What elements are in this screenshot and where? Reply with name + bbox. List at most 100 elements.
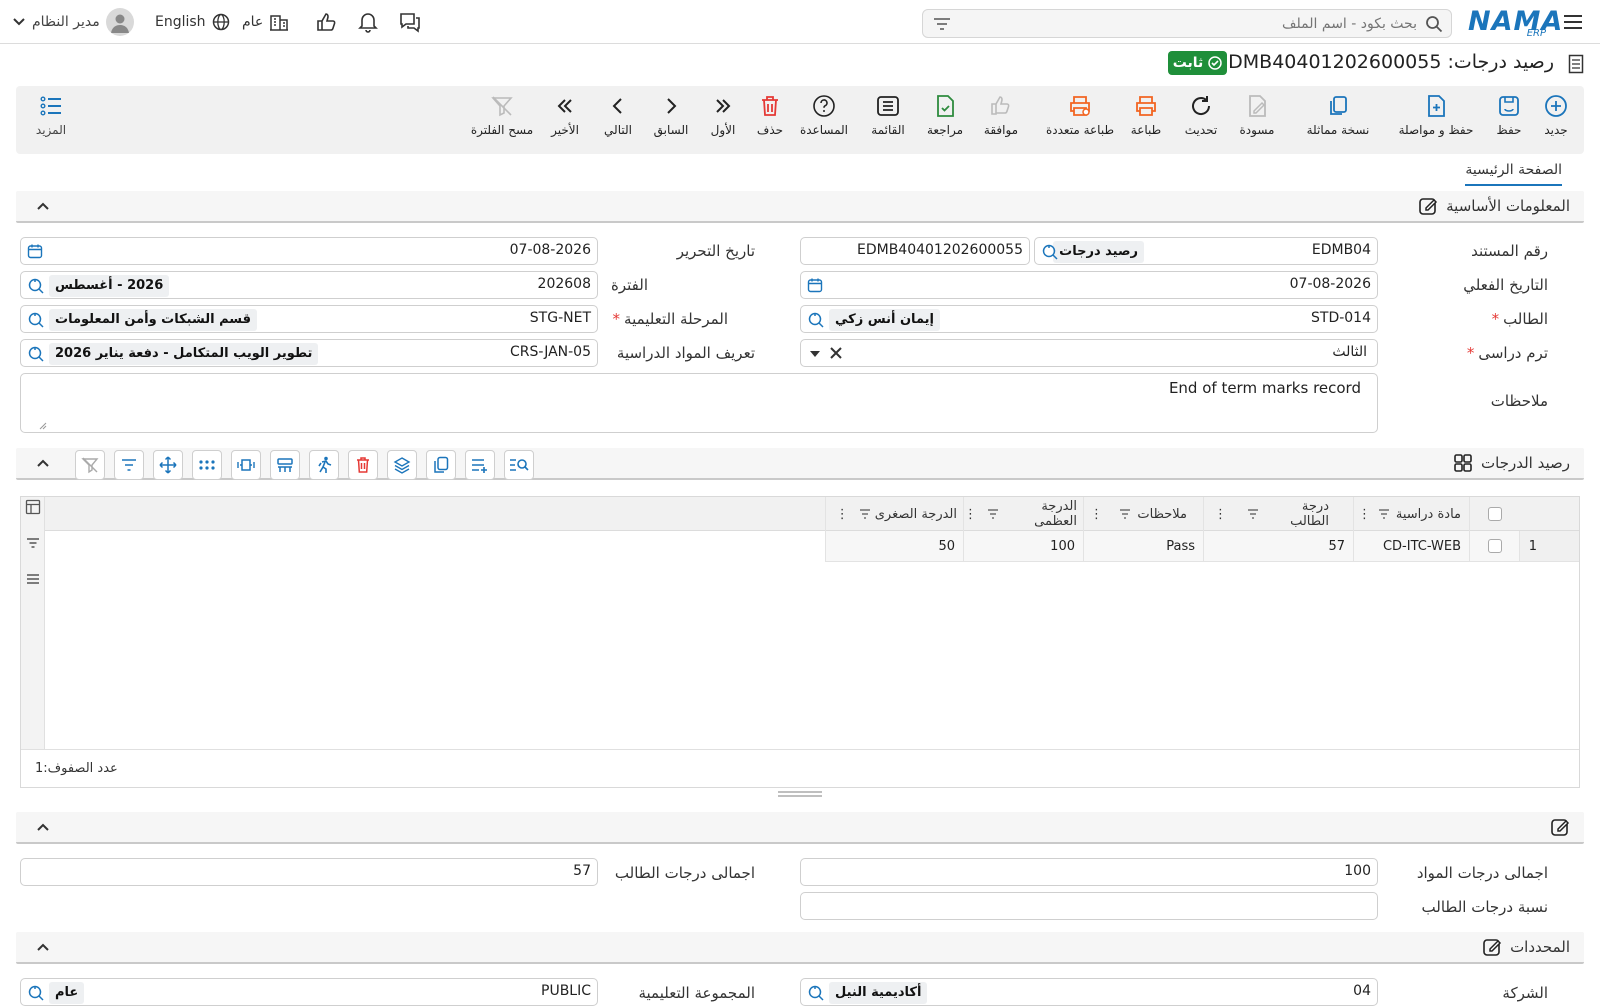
courses-field[interactable]: CRS-JAN-05 تطوير الويب المتكامل - دفعة ي… xyxy=(20,339,598,367)
fit-width-icon xyxy=(237,459,255,471)
cell-min-grade[interactable]: 50 xyxy=(825,531,963,562)
multi-print-button[interactable]: طباعة متعددة xyxy=(1032,94,1128,137)
chevron-up-icon[interactable] xyxy=(36,456,50,470)
totals-header[interactable] xyxy=(16,812,1584,844)
resize-handle[interactable] xyxy=(776,790,824,798)
student-total-field[interactable]: 57 xyxy=(20,858,598,886)
doc-number-field[interactable]: EDMB40401202600055 xyxy=(800,237,1030,265)
grid-add-row-button[interactable] xyxy=(465,450,495,480)
menu-icon[interactable] xyxy=(1562,11,1584,33)
column-header-max-grade[interactable]: الدرجة العظمى ⋮ xyxy=(963,497,1083,531)
search-plus-icon xyxy=(807,984,825,1002)
filter-icon xyxy=(859,509,871,519)
grid-copy-button[interactable] xyxy=(426,450,456,480)
page-title: رصيد درجات: EDMB40401202600055 xyxy=(1216,51,1554,73)
group-field[interactable]: PUBLIC عام xyxy=(20,978,598,1006)
grid-move-button[interactable] xyxy=(153,450,183,480)
period-field[interactable]: 202608 2026 - أغسطس xyxy=(20,271,598,299)
company-label: الشركة xyxy=(1502,984,1548,1002)
basic-info-header[interactable]: المعلومات الأساسية xyxy=(16,191,1584,223)
column-menu-icon: ⋮ xyxy=(1090,506,1103,522)
save-continue-button[interactable]: حفظ و مواصلة xyxy=(1386,94,1486,137)
grid-icon xyxy=(1453,453,1473,473)
section-title: رصيد الدرجات xyxy=(1481,454,1570,472)
term-select[interactable]: الثالث xyxy=(800,339,1378,367)
list-button[interactable]: القائمة xyxy=(853,94,923,137)
column-header-notes[interactable]: ملاحظات ⋮ xyxy=(1083,497,1203,531)
globe-icon xyxy=(212,13,230,31)
actual-date-field[interactable]: 07-08-2026 xyxy=(800,271,1378,299)
nama-logo[interactable]: NAMA ERP xyxy=(1468,6,1562,40)
avatar xyxy=(105,8,134,36)
building-icon xyxy=(269,12,289,32)
subjects-total-field[interactable]: 100 xyxy=(800,858,1378,886)
double-chevron-left-icon xyxy=(557,99,572,113)
grid-table-button[interactable] xyxy=(270,450,300,480)
chat-icon[interactable] xyxy=(398,11,422,33)
edit-date-field[interactable]: 07-08-2026 xyxy=(20,237,598,265)
user-menu[interactable]: مدير النظام xyxy=(12,0,134,44)
filter-icon[interactable] xyxy=(26,537,40,549)
edit-square-icon xyxy=(1418,196,1438,216)
list-add-icon xyxy=(472,459,487,473)
row-checkbox[interactable] xyxy=(1487,539,1502,553)
cell-subject[interactable]: CD-ITC-WEB xyxy=(1353,531,1469,562)
grid-search-button[interactable] xyxy=(504,450,534,480)
column-header-subject[interactable]: مادة دراسية ⋮ xyxy=(1353,497,1469,531)
student-field[interactable]: STD-014 إيمان أنس زكي xyxy=(800,305,1378,333)
chevron-left-icon xyxy=(612,98,622,114)
grid-run-button[interactable] xyxy=(309,450,339,480)
notes-textarea[interactable]: End of term marks record xyxy=(20,373,1378,433)
grid-clear-filter-button[interactable] xyxy=(75,450,105,480)
search-icon[interactable] xyxy=(1425,15,1443,33)
determinants-header[interactable]: المحددات xyxy=(16,932,1584,964)
edit-date-label: تاريخ التحرير xyxy=(676,242,755,260)
grid-filter-button[interactable] xyxy=(114,450,144,480)
refresh-icon xyxy=(1192,96,1211,115)
menu-lines-icon[interactable] xyxy=(26,573,40,585)
close-icon[interactable] xyxy=(829,346,843,360)
group-label: المجموعة التعليمية xyxy=(638,984,755,1002)
cell-max-grade[interactable]: 100 xyxy=(963,531,1083,562)
filter-icon[interactable] xyxy=(933,16,951,32)
toolbar: جديد حفظ حفظ و مواصلة نسخة مماثلة مسودة … xyxy=(16,86,1584,154)
columns-icon[interactable] xyxy=(25,499,41,515)
language-switch[interactable]: English xyxy=(155,0,230,44)
grid-dots-button[interactable] xyxy=(192,450,222,480)
grid-layers-button[interactable] xyxy=(387,450,417,480)
cell-notes[interactable]: Pass xyxy=(1083,531,1203,562)
grid-delete-button[interactable] xyxy=(348,450,378,480)
column-menu-icon: ⋮ xyxy=(835,506,849,522)
column-menu-icon: ⋮ xyxy=(1214,506,1227,522)
caret-down-icon[interactable] xyxy=(809,349,821,359)
branch-selector[interactable]: عام xyxy=(242,0,289,44)
search-input[interactable] xyxy=(977,10,1417,37)
column-header-min-grade[interactable]: الدرجة الصغرى ⋮ xyxy=(825,497,963,531)
column-header-student-grade[interactable]: درجة الطالب ⋮ xyxy=(1203,497,1353,531)
search-plus-icon xyxy=(1041,243,1059,261)
chevron-up-icon[interactable] xyxy=(36,940,50,954)
cell-student-grade[interactable]: 57 xyxy=(1203,531,1353,562)
chevron-down-icon xyxy=(12,15,26,29)
stage-field[interactable]: STG-NET قسم الشبكات وأمن المعلومات xyxy=(20,305,598,333)
clear-filter-button[interactable]: مسح الفلترة xyxy=(462,94,542,137)
grid-fit-button[interactable] xyxy=(231,450,261,480)
search-box[interactable] xyxy=(922,9,1452,38)
printer-icon xyxy=(1136,96,1156,116)
resize-handle-icon xyxy=(39,422,47,430)
tab-main[interactable]: الصفحة الرئيسية xyxy=(1465,162,1562,186)
thumbs-up-icon[interactable] xyxy=(315,11,337,33)
chevron-up-icon[interactable] xyxy=(36,199,50,213)
copy-icon xyxy=(1330,96,1347,115)
duplicate-button[interactable]: نسخة مماثلة xyxy=(1296,94,1380,137)
student-ratio-field[interactable] xyxy=(800,892,1378,920)
period-label: الفترة xyxy=(611,276,648,294)
doc-type-field[interactable]: EDMB04 رصيد درجات xyxy=(1034,237,1378,265)
bell-icon[interactable] xyxy=(357,11,379,33)
select-all-checkbox[interactable] xyxy=(1487,507,1502,521)
search-plus-icon xyxy=(807,311,825,329)
calendar-icon xyxy=(807,277,823,293)
chevron-up-icon[interactable] xyxy=(36,820,50,834)
more-button[interactable]: المزيد xyxy=(16,94,86,137)
company-field[interactable]: 04 أكاديمية النيل xyxy=(800,978,1378,1006)
